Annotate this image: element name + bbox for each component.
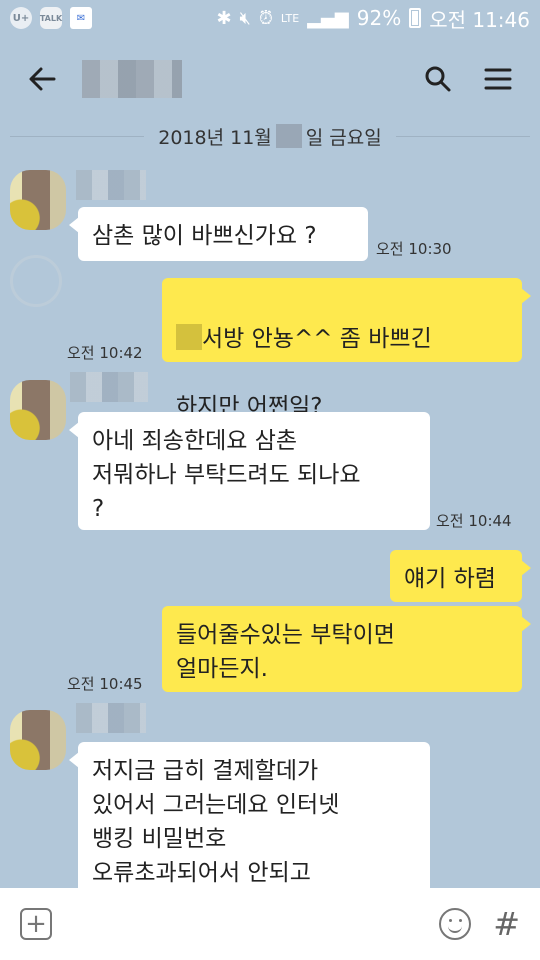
incoming-message[interactable]: 삼촌 많이 바쁘신가요 ? bbox=[69, 207, 368, 261]
hash-icon: # bbox=[493, 905, 520, 943]
signal-icon: ▂▄▆ bbox=[307, 7, 349, 29]
status-bar: U+ TALK ✉ ✱ 🔇︎ ⏰︎ LTE ▂▄▆ 92% 오전 11:46 bbox=[0, 0, 540, 36]
date-label: 2018년 11월 일 금요일 bbox=[144, 122, 396, 150]
emoji-button[interactable] bbox=[439, 908, 472, 940]
menu-button[interactable] bbox=[474, 55, 522, 103]
menu-icon bbox=[484, 68, 512, 90]
outgoing-message[interactable]: 서방 안뇽^^ 좀 바쁘긴 하지만 어쩐일? bbox=[162, 278, 531, 420]
alarm-icon: ⏰︎ bbox=[258, 7, 273, 29]
sender-name-blurred bbox=[76, 703, 146, 733]
search-button[interactable] bbox=[414, 55, 462, 103]
message-text-line1: 서방 안뇽^^ 좀 바쁘긴 bbox=[202, 326, 432, 352]
avatar[interactable] bbox=[10, 380, 66, 440]
chat-header bbox=[0, 36, 540, 122]
status-time: 오전 11:46 bbox=[429, 7, 530, 32]
avatar[interactable] bbox=[10, 710, 66, 770]
message-time: 오전 10:30 bbox=[376, 240, 452, 258]
lte-icon: LTE bbox=[280, 11, 300, 25]
watermark-icon bbox=[10, 255, 62, 307]
message-time: 오전 10:42 bbox=[67, 344, 143, 362]
attach-button[interactable]: + bbox=[20, 908, 52, 940]
notification-icons: U+ TALK ✉ bbox=[10, 7, 92, 29]
incoming-message[interactable]: 아네 죄송한데요 삼촌 저뭐하나 부탁드려도 되나요 ? bbox=[69, 412, 430, 530]
message-time: 오전 10:45 bbox=[67, 675, 143, 693]
system-icons: ✱ 🔇︎ ⏰︎ LTE ▂▄▆ 92% 오전 11:46 bbox=[216, 4, 530, 33]
battery-percent: 92% bbox=[356, 6, 402, 30]
kakaotalk-app-icon: TALK bbox=[40, 7, 62, 29]
sender-name-blurred bbox=[76, 170, 146, 200]
date-prefix: 2018년 11월 bbox=[158, 126, 272, 149]
outgoing-message[interactable]: 들어줄수있는 부탁이면 얼마든지. bbox=[162, 606, 531, 692]
chat-title-blurred bbox=[82, 60, 182, 98]
incoming-message[interactable]: 저지금 급히 결제할데가 있어서 그러는데요 인터넷 뱅킹 비밀번호 오류초과되… bbox=[69, 742, 430, 902]
hash-button[interactable]: # bbox=[493, 905, 520, 943]
message-input-bar: + # bbox=[0, 888, 540, 960]
avatar[interactable] bbox=[10, 170, 66, 230]
uplus-app-icon: U+ bbox=[10, 7, 32, 29]
date-divider: 2018년 11월 일 금요일 bbox=[0, 122, 540, 150]
outgoing-message[interactable]: 얘기 하렴 bbox=[390, 550, 531, 602]
sender-name-blurred bbox=[70, 372, 148, 402]
battery-icon bbox=[409, 8, 422, 28]
plus-icon: + bbox=[25, 909, 47, 939]
search-icon bbox=[425, 66, 451, 92]
message-input[interactable] bbox=[68, 912, 424, 936]
name-blur bbox=[176, 324, 202, 350]
back-button[interactable] bbox=[18, 55, 66, 103]
message-time: 오전 10:44 bbox=[436, 512, 512, 530]
back-arrow-icon bbox=[29, 67, 56, 91]
date-blur bbox=[275, 124, 302, 148]
messenger-app-icon: ✉ bbox=[70, 7, 92, 29]
bluetooth-icon: ✱ bbox=[216, 7, 232, 29]
date-suffix: 일 금요일 bbox=[305, 126, 382, 149]
mute-icon: 🔇︎ bbox=[239, 7, 251, 29]
